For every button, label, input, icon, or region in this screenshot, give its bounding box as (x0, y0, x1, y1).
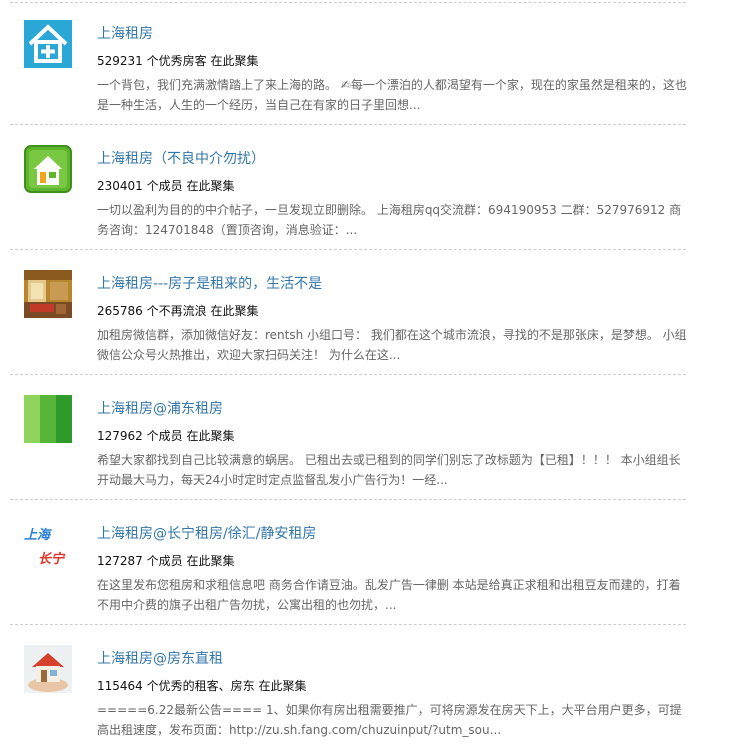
group-title-link[interactable]: 上海租房@长宁租房/徐汇/静安租房 (97, 523, 316, 543)
list-item: 上海租房@浦东租房 127962 个成员 在此聚集 希望大家都找到自己比较满意的… (10, 375, 686, 500)
group-avatar[interactable]: 上海 长宁 (24, 520, 72, 568)
list-item: 上海租房@房东直租 115464 个优秀的租客、房东 在此聚集 =====6.2… (10, 625, 686, 750)
house-plus-icon (24, 20, 72, 68)
group-description: 在这里发布您租房和求租信息吧 商务合作请豆油。乱发广告一律删 本站是给真正求租和… (97, 578, 681, 612)
member-count: 115464 个优秀的租客、房东 在此聚集 (97, 679, 307, 693)
member-count: 127287 个成员 在此聚集 (97, 554, 235, 568)
room-photo-icon (24, 270, 72, 318)
group-description: 加租房微信群，添加微信好友：rentsh 小组口号： 我们都在这个城市流浪，寻找… (97, 328, 687, 362)
group-avatar[interactable] (24, 395, 72, 443)
green-stripes-icon (24, 395, 72, 443)
list-item: 上海租房（不良中介勿扰） 230401 个成员 在此聚集 一切以盈利为目的的中介… (10, 125, 686, 250)
group-title-link[interactable]: 上海租房 (97, 23, 153, 43)
list-item: 上海租房---房子是租来的，生活不是 265786 个不再流浪 在此聚集 加租房… (10, 250, 687, 375)
avatar-text-changning: 长宁 (38, 552, 65, 567)
group-description: 一个背包，我们充满激情踏上了来上海的路。 ✍每一个漂泊的人都渴望有一个家，现在的… (97, 78, 687, 112)
group-avatar[interactable] (24, 270, 72, 318)
list-item: 上海 长宁 上海租房@长宁租房/徐汇/静安租房 127287 个成员 在此聚集 … (10, 500, 686, 625)
group-title-link[interactable]: 上海租房@房东直租 (97, 648, 223, 668)
group-title-link[interactable]: 上海租房---房子是租来的，生活不是 (97, 273, 322, 293)
green-house-icon (24, 145, 72, 193)
house-in-hands-icon (24, 645, 72, 693)
member-count: 265786 个不再流浪 在此聚集 (97, 304, 259, 318)
group-description: 希望大家都找到自己比较满意的蜗居。 已租出去或已租到的同学们别忘了改标题为【已租… (97, 453, 681, 487)
group-avatar[interactable] (24, 645, 72, 693)
group-title-link[interactable]: 上海租房@浦东租房 (97, 398, 223, 418)
avatar-text-shanghai: 上海 (24, 528, 51, 543)
group-description: =====6.22最新公告==== 1、如果你有房出租需要推广，可将房源发在房天… (97, 703, 682, 737)
group-avatar[interactable] (24, 145, 72, 193)
group-avatar[interactable] (24, 20, 72, 68)
member-count: 529231 个优秀房客 在此聚集 (97, 54, 259, 68)
member-count: 127962 个成员 在此聚集 (97, 429, 235, 443)
member-count: 230401 个成员 在此聚集 (97, 179, 235, 193)
group-description: 一切以盈利为目的的中介帖子，一旦发现立即删除。 上海租房qq交流群：694190… (97, 203, 682, 237)
list-item: 上海租房 529231 个优秀房客 在此聚集 一个背包，我们充满激情踏上了来上海… (10, 0, 687, 125)
group-title-link[interactable]: 上海租房（不良中介勿扰） (97, 148, 265, 168)
